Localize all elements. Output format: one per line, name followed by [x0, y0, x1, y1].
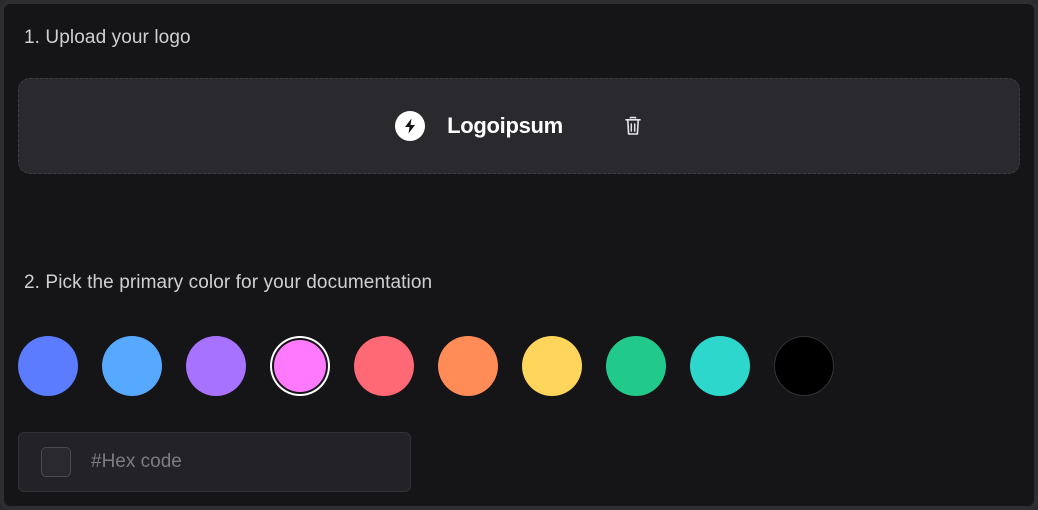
color-swatch[interactable]: [354, 336, 414, 396]
logo-name: Logoipsum: [447, 113, 563, 138]
hex-color-preview: [41, 447, 71, 477]
color-swatch[interactable]: [18, 336, 78, 396]
color-swatch[interactable]: [774, 336, 834, 396]
color-swatch[interactable]: [606, 336, 666, 396]
setup-panel: 1. Upload your logo Logoipsum 2. Pick th…: [0, 0, 1038, 510]
bolt-icon: [395, 111, 426, 141]
hex-code-field[interactable]: [18, 432, 411, 492]
color-swatch[interactable]: [274, 340, 326, 392]
color-swatch[interactable]: [102, 336, 162, 396]
color-swatch[interactable]: [186, 336, 246, 396]
step-1-label: 1. Upload your logo: [24, 27, 191, 48]
color-swatch[interactable]: [690, 336, 750, 396]
color-swatch[interactable]: [522, 336, 582, 396]
trash-icon[interactable]: [623, 115, 643, 137]
logo-dropzone[interactable]: Logoipsum: [18, 78, 1020, 174]
hex-code-input[interactable]: [89, 450, 373, 474]
step-2-label: 2. Pick the primary color for your docum…: [24, 272, 433, 293]
color-swatch[interactable]: [438, 336, 498, 396]
